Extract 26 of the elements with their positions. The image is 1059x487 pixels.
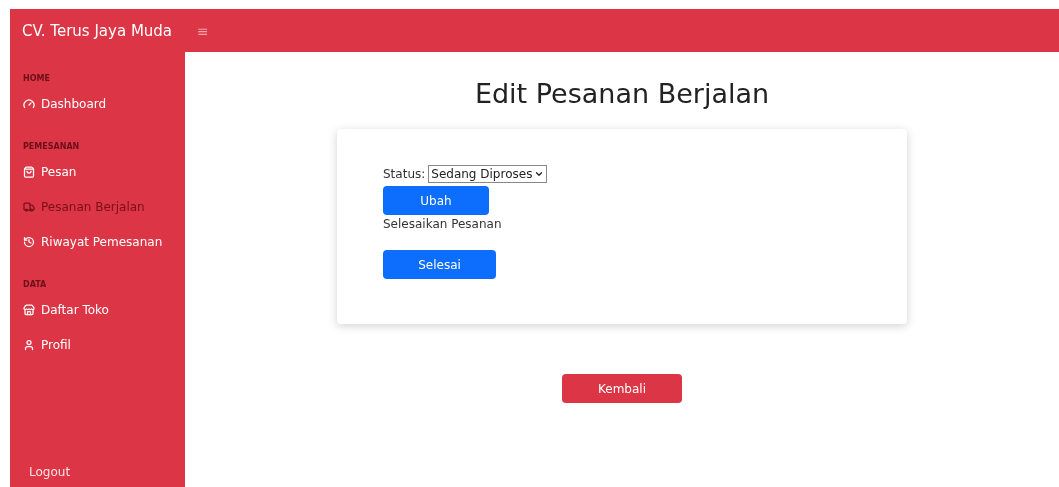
history-icon — [23, 236, 35, 248]
sidebar-item[interactable]: Pesanan Berjalan — [23, 200, 173, 214]
back-button[interactable]: Kembali — [562, 374, 682, 403]
sidebar-item[interactable]: Profil — [23, 338, 173, 352]
store-icon — [23, 304, 35, 316]
page-title: Edit Pesanan Berjalan — [474, 78, 770, 109]
status-label: Status: — [383, 167, 426, 181]
bag-icon — [23, 166, 35, 178]
gauge-icon — [23, 98, 35, 110]
status-select[interactable]: Sedang Diproses — [428, 165, 548, 183]
update-button[interactable]: Ubah — [383, 186, 489, 215]
sidebar-heading: DATA — [23, 280, 48, 289]
user-icon — [23, 339, 35, 351]
sidebar-item[interactable]: Daftar Toko — [23, 303, 173, 317]
sidebar-item[interactable]: Pesan — [23, 165, 173, 179]
menu-icon[interactable]: ≡ — [197, 22, 209, 39]
finish-button[interactable]: Selesai — [383, 250, 496, 279]
brand-title: CV. Terus Jaya Muda — [10, 9, 185, 52]
truck-icon — [23, 201, 35, 213]
sidebar-item[interactable]: Dashboard — [23, 97, 173, 111]
sidebar-heading: PEMESANAN — [23, 142, 81, 151]
sidebar-item[interactable]: Riwayat Pemesanan — [23, 235, 173, 249]
sidebar-heading: HOME — [23, 74, 51, 83]
chevron-icon — [534, 169, 545, 179]
logout-link[interactable]: Logout — [23, 465, 173, 479]
finish-label: Selesaikan Pesanan — [383, 217, 502, 231]
